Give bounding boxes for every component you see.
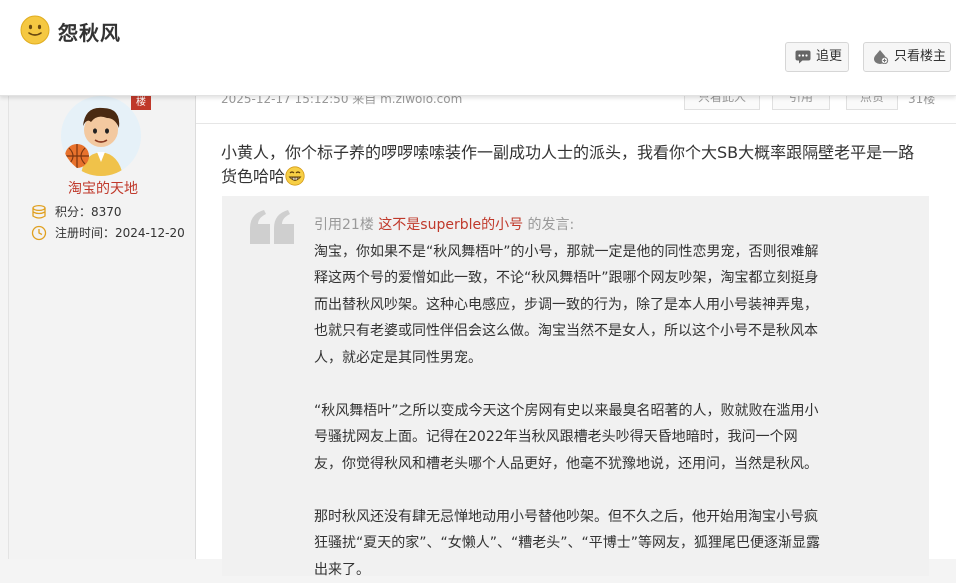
only-op-label: 只看楼主 bbox=[894, 49, 946, 64]
quote-paragraph-3: 那时秋风还没有肆无忌惮地动用小号替他吵架。但不久之后，他开始用淘宝小号疯狂骚扰“… bbox=[314, 504, 824, 583]
follow-button[interactable]: 追更 bbox=[785, 42, 849, 72]
floor-number: 31楼 bbox=[908, 96, 935, 107]
thread-header: 怨秋风 追更 只看楼主 bbox=[0, 0, 956, 96]
reg-label: 注册时间： bbox=[55, 226, 115, 240]
quote-suffix: 的发言: bbox=[528, 217, 575, 233]
points-label: 积分： bbox=[55, 205, 91, 219]
quote-button[interactable]: 引用 bbox=[772, 96, 830, 110]
quote-mark-icon bbox=[250, 210, 296, 244]
quote-paragraph-2: “秋风舞梧叶”之所以变成今天这个房网有史以来最臭名昭著的人，败就败在滥用小号骚扰… bbox=[314, 398, 824, 478]
post-text: 小黄人，你个标子养的啰啰嗦嗦装作一副成功人士的派头，我看你个大SB大概率跟隔壁老… bbox=[221, 143, 914, 186]
quote-paragraph-1: 淘宝，你如果不是“秋风舞梧叶”的小号，那就一定是他的同性恋男宠，否则很难解释这两… bbox=[314, 239, 824, 372]
only-op-button[interactable]: 只看楼主 bbox=[863, 42, 951, 72]
quote-author-link[interactable]: 这不是superble的小号 bbox=[378, 217, 523, 233]
clock-icon bbox=[31, 225, 47, 241]
quote-prefix: 引用21楼 bbox=[314, 217, 374, 233]
author-name[interactable]: 淘宝的天地 bbox=[9, 178, 197, 198]
like-button[interactable]: 点赞 bbox=[846, 96, 898, 110]
post-content: 小黄人，你个标子养的啰啰嗦嗦装作一副成功人士的派头，我看你个大SB大概率跟隔壁老… bbox=[221, 141, 921, 189]
post-floor: 楼 淘宝的天地 积分：8370 注册时间：2024-12-20 2025-12-… bbox=[0, 96, 956, 559]
cartoon-boy-avatar-icon bbox=[61, 96, 141, 176]
points-value: 8370 bbox=[91, 205, 122, 219]
coin-stack-icon bbox=[31, 204, 47, 220]
avatar[interactable] bbox=[61, 96, 141, 176]
post-toolbar: 2025-12-17 15:12:50 来自 m.ziwolo.com 只看此人… bbox=[196, 96, 956, 124]
comment-icon bbox=[795, 50, 811, 64]
smiley-face-icon bbox=[20, 15, 50, 45]
post-main: 2025-12-17 15:12:50 来自 m.ziwolo.com 只看此人… bbox=[196, 96, 956, 559]
follow-label: 追更 bbox=[816, 49, 842, 64]
grin-emoji-icon bbox=[285, 166, 305, 186]
author-panel: 楼 淘宝的天地 积分：8370 注册时间：2024-12-20 bbox=[8, 96, 196, 559]
reg-value: 2024-12-20 bbox=[115, 226, 185, 240]
floor-badge: 楼 bbox=[131, 96, 151, 110]
user-drop-icon bbox=[873, 50, 889, 64]
thread-title: 怨秋风 bbox=[58, 17, 121, 46]
only-this-user-button[interactable]: 只看此人 bbox=[684, 96, 760, 110]
quote-header: 引用21楼 这不是superble的小号 的发言: bbox=[314, 212, 824, 239]
author-reg-time: 注册时间：2024-12-20 bbox=[31, 224, 185, 241]
quote-body: 引用21楼 这不是superble的小号 的发言: 淘宝，你如果不是“秋风舞梧叶… bbox=[314, 212, 824, 583]
post-date: 2025-12-17 15:12:50 来自 m.ziwolo.com bbox=[221, 96, 462, 107]
author-points: 积分：8370 bbox=[31, 203, 122, 220]
quote-block: 引用21楼 这不是superble的小号 的发言: 淘宝，你如果不是“秋风舞梧叶… bbox=[222, 196, 929, 576]
